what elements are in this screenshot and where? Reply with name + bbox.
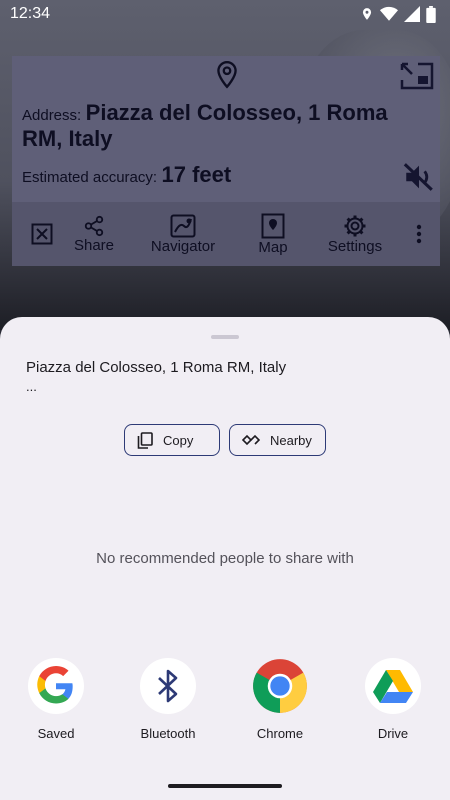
share-target-saved[interactable]: Saved bbox=[0, 658, 112, 741]
status-bar: 12:34 bbox=[0, 0, 450, 28]
google-icon bbox=[37, 666, 73, 704]
gear-icon bbox=[344, 215, 366, 236]
share-target-drive[interactable]: Drive bbox=[337, 658, 449, 741]
copy-icon bbox=[137, 431, 153, 449]
share-target-bluetooth[interactable]: Bluetooth bbox=[112, 658, 224, 741]
nearby-share-button[interactable]: Nearby bbox=[229, 424, 326, 456]
map-icon bbox=[261, 213, 285, 238]
location-pin-icon bbox=[217, 60, 237, 89]
close-button[interactable] bbox=[12, 223, 72, 245]
copy-label: Copy bbox=[163, 432, 194, 448]
settings-button[interactable]: Settings bbox=[323, 214, 387, 255]
share-button[interactable]: Share bbox=[72, 215, 116, 254]
settings-label: Settings bbox=[327, 237, 383, 255]
signal-icon bbox=[404, 6, 420, 22]
accuracy-label: Estimated accuracy: bbox=[22, 169, 158, 186]
overflow-menu-button[interactable] bbox=[409, 224, 429, 244]
accuracy-row: Estimated accuracy: 17 feet bbox=[22, 162, 231, 188]
share-sheet: Piazza del Colosseo, 1 Roma RM, Italy ..… bbox=[0, 317, 450, 800]
navigator-icon bbox=[170, 214, 196, 237]
share-app-row: Saved Bluetooth Chrome Drive bbox=[0, 658, 450, 748]
shared-text-preview: Piazza del Colosseo, 1 Roma RM, Italy bbox=[26, 359, 287, 376]
location-icon bbox=[362, 8, 372, 20]
bluetooth-icon bbox=[158, 669, 178, 703]
navigator-label: Navigator bbox=[150, 237, 216, 255]
chrome-icon bbox=[253, 659, 307, 713]
share-target-label: Bluetooth bbox=[140, 726, 196, 741]
nearby-label: Nearby bbox=[270, 432, 312, 448]
drive-icon bbox=[373, 670, 413, 703]
location-card: Address: Piazza del Colosseo, 1 Roma RM,… bbox=[12, 56, 440, 266]
status-time: 12:34 bbox=[10, 5, 51, 22]
address-label: Address: bbox=[22, 107, 82, 124]
share-target-label: Saved bbox=[37, 726, 75, 741]
copy-button[interactable]: Copy bbox=[124, 424, 220, 456]
shared-text-ellipsis: ... bbox=[26, 379, 37, 394]
address-row: Address: Piazza del Colosseo, 1 Roma RM,… bbox=[22, 100, 434, 152]
more-vert-icon bbox=[416, 224, 422, 244]
accuracy-value: 17 feet bbox=[161, 162, 232, 187]
app-toolbar: Share Navigator Map Settings bbox=[12, 202, 440, 266]
share-target-chrome[interactable]: Chrome bbox=[224, 658, 336, 741]
share-target-label: Drive bbox=[377, 726, 409, 741]
screen-cast-icon[interactable] bbox=[398, 60, 436, 92]
navigator-button[interactable]: Navigator bbox=[139, 214, 227, 255]
close-box-icon bbox=[31, 223, 53, 245]
wifi-icon bbox=[380, 6, 398, 21]
gesture-nav-bar[interactable] bbox=[168, 784, 282, 788]
battery-icon bbox=[426, 5, 436, 23]
share-icon bbox=[84, 215, 104, 236]
volume-mute-icon[interactable] bbox=[402, 160, 436, 194]
nearby-share-icon bbox=[242, 434, 260, 446]
share-label: Share bbox=[73, 236, 115, 254]
share-target-label: Chrome bbox=[256, 726, 304, 741]
map-button[interactable]: Map bbox=[248, 213, 298, 256]
map-label: Map bbox=[258, 238, 288, 256]
sheet-drag-handle[interactable] bbox=[211, 335, 239, 339]
no-recommended-people-message: No recommended people to share with bbox=[96, 550, 354, 567]
